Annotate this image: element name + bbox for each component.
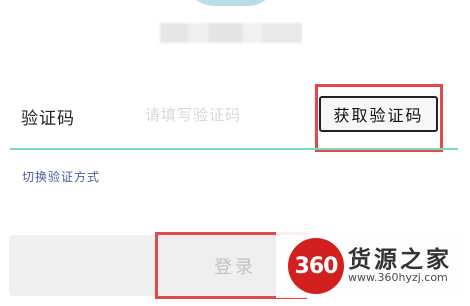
watermark-title: 货源之家 [348, 247, 452, 273]
switch-verification-method-link[interactable]: 切换验证方式 [22, 168, 100, 185]
watermark-url: www.360hyzj.com [348, 271, 448, 284]
avatar [183, 0, 279, 6]
verification-code-label: 验证码 [21, 109, 75, 129]
verification-code-input[interactable] [145, 100, 295, 130]
watermark: 360 货源之家 www.360hyzj.com [276, 230, 470, 298]
watermark-number: 360 [294, 254, 339, 279]
watermark-logo: 360 [288, 238, 344, 294]
get-verification-code-button[interactable]: 获取验证码 [319, 96, 438, 132]
input-underline [10, 148, 458, 150]
blurred-username [160, 23, 302, 43]
